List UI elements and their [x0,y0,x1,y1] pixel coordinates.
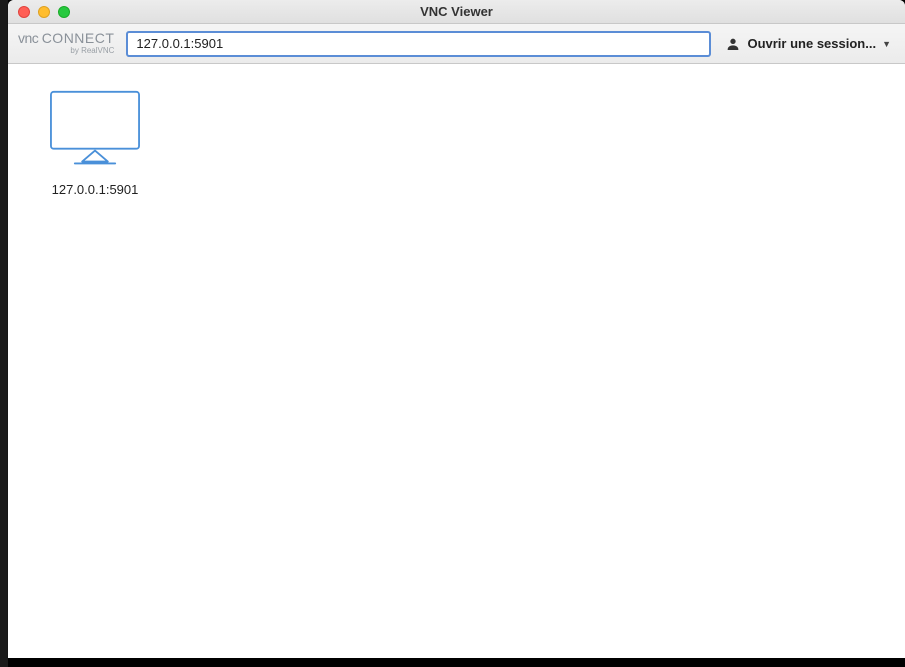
logo-byline: by RealVNC [70,46,114,56]
minimize-icon[interactable] [38,6,50,18]
logo-connect: connect [42,30,115,46]
sign-in-button[interactable]: Ouvrir une session... ▼ [719,32,897,56]
app-logo: vnc connect by RealVNC [18,31,114,56]
connection-label: 127.0.0.1:5901 [52,182,139,197]
background-sidebar [0,0,8,667]
connections-area: 127.0.0.1:5901 [8,64,905,658]
user-icon [725,36,741,52]
chevron-down-icon: ▼ [882,39,891,49]
window-title: VNC Viewer [8,4,905,19]
sign-in-label: Ouvrir une session... [747,36,876,51]
monitor-icon [49,90,141,168]
titlebar[interactable]: VNC Viewer [8,0,905,24]
connection-item[interactable]: 127.0.0.1:5901 [40,90,150,197]
maximize-icon[interactable] [58,6,70,18]
close-icon[interactable] [18,6,30,18]
app-window: VNC Viewer vnc connect by RealVNC Ouvrir… [8,0,905,658]
logo-vnc: vnc [18,30,38,46]
window-controls [18,6,70,18]
address-input[interactable] [126,31,711,57]
toolbar: vnc connect by RealVNC Ouvrir une sessio… [8,24,905,64]
logo-text: vnc connect [18,31,114,45]
